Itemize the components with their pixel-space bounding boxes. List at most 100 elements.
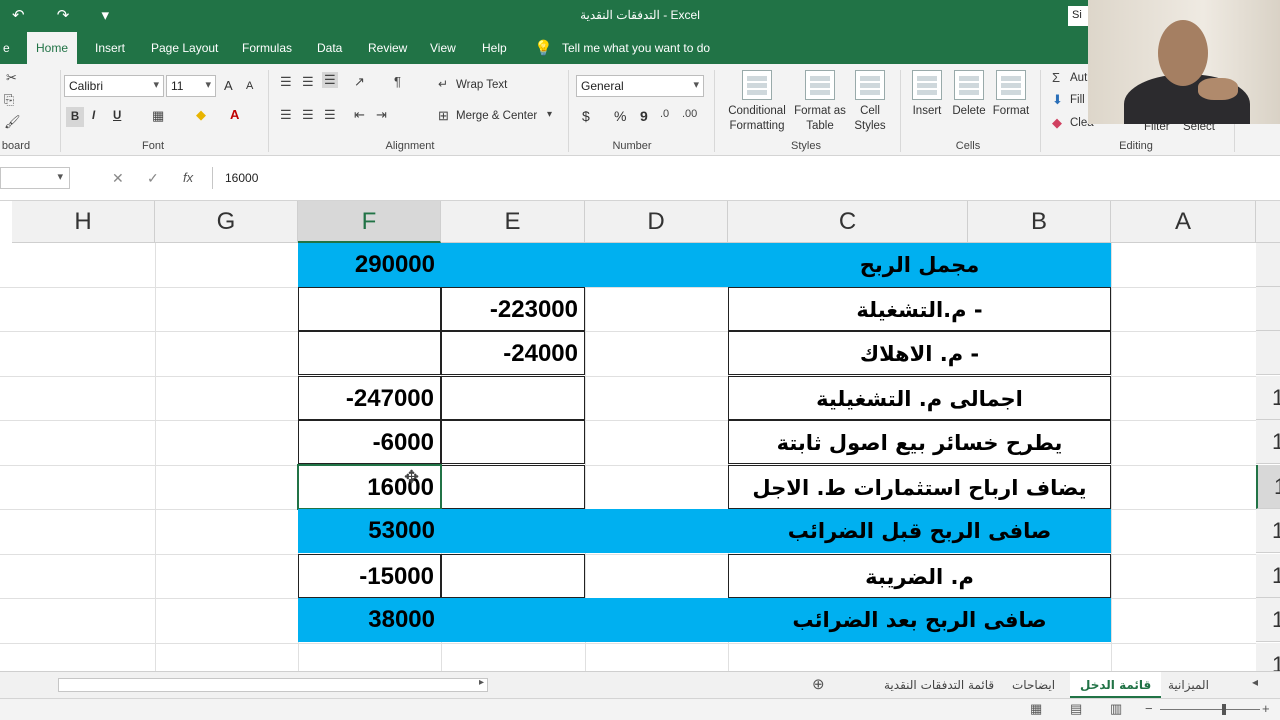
income-label-cell[interactable]: - م.التشغيلة	[728, 287, 1111, 331]
merge-center-button[interactable]: Merge & Center	[456, 110, 537, 122]
percent-button[interactable]: %	[614, 108, 626, 124]
normal-view-icon[interactable]: ▦	[1030, 701, 1042, 717]
tab-page-layout[interactable]: Page Layout	[142, 32, 227, 64]
fill-button[interactable]: Fill	[1070, 94, 1085, 106]
enter-icon[interactable]: ✓	[147, 170, 159, 187]
column-header-g[interactable]: G	[155, 201, 298, 243]
shrink-font-button[interactable]: A	[246, 80, 253, 92]
column-header-f[interactable]: F	[298, 201, 441, 243]
worksheet-grid[interactable]: H G F E D C B A 1 1 1 1 1 1 1 مجمل الربح…	[0, 201, 1280, 671]
currency-button[interactable]: $	[582, 108, 590, 124]
format-painter-icon[interactable]: 🖌	[4, 114, 21, 130]
empty-cell[interactable]	[585, 598, 728, 642]
row-header[interactable]	[1256, 331, 1280, 375]
insert-cells-button[interactable]: Insert	[906, 70, 948, 119]
amount-f-cell[interactable]: -6000	[298, 420, 441, 464]
income-label-cell[interactable]: يطرح خسائر بيع اصول ثابتة	[728, 420, 1111, 464]
row-header[interactable]	[1256, 243, 1280, 287]
page-layout-view-icon[interactable]: ▤	[1070, 701, 1082, 717]
amount-e-cell[interactable]	[441, 554, 585, 598]
copy-icon[interactable]: ⎘	[4, 92, 14, 108]
align-top-icon[interactable]: ☰	[280, 74, 292, 90]
scroll-right-icon[interactable]: ▸	[479, 677, 484, 688]
tab-file[interactable]: e	[0, 32, 19, 64]
tab-review[interactable]: Review	[359, 32, 416, 64]
sheet-tab-cash-flows[interactable]: قائمة التدفقات النقدية	[874, 672, 1004, 698]
row-header[interactable]: 1	[1256, 554, 1280, 598]
underline-button[interactable]: U	[113, 110, 121, 122]
format-cells-button[interactable]: Format	[990, 70, 1032, 119]
increase-decimal-icon[interactable]: .0	[660, 108, 669, 120]
insert-function-button[interactable]: fx	[183, 170, 193, 185]
bold-button[interactable]: B	[66, 107, 84, 127]
comma-style-button[interactable]: 9	[640, 108, 648, 124]
tab-data[interactable]: Data	[308, 32, 351, 64]
horizontal-scrollbar[interactable]: ▸	[58, 677, 488, 692]
decrease-decimal-icon[interactable]: .00	[682, 108, 697, 120]
number-format-select[interactable]: General ▾	[576, 75, 704, 97]
align-bottom-icon[interactable]: ☰	[322, 72, 338, 88]
row-header[interactable]: 1	[1256, 598, 1280, 642]
amount-f-cell[interactable]: 53000	[298, 509, 441, 553]
amount-e-cell[interactable]	[441, 243, 585, 287]
autosum-button[interactable]: Aut	[1070, 72, 1087, 84]
zoom-slider[interactable]	[1160, 709, 1260, 710]
amount-e-cell[interactable]	[441, 598, 585, 642]
zoom-out-icon[interactable]: −	[1145, 701, 1153, 716]
amount-f-cell[interactable]: 38000	[298, 598, 441, 642]
new-sheet-icon[interactable]: ⊕	[812, 675, 825, 693]
amount-f-cell[interactable]: -15000	[298, 554, 441, 598]
row-header[interactable]: 1	[1256, 376, 1280, 420]
income-label-cell[interactable]: - م. الاهلاك	[728, 331, 1111, 375]
page-break-view-icon[interactable]: ▥	[1110, 701, 1122, 717]
delete-cells-button[interactable]: Delete	[948, 70, 990, 119]
income-label-cell[interactable]: اجمالى م. التشغيلية	[728, 376, 1111, 420]
column-header-c[interactable]: C	[728, 201, 968, 243]
grow-font-button[interactable]: A	[224, 78, 233, 93]
name-box[interactable]: ▾	[0, 167, 70, 189]
empty-cell[interactable]	[585, 243, 728, 287]
amount-e-cell[interactable]	[441, 420, 585, 464]
income-label-cell[interactable]: يضاف ارباح استثمارات ط. الاجل	[728, 465, 1111, 509]
align-center-icon[interactable]: ☰	[302, 107, 314, 123]
column-header-d[interactable]: D	[585, 201, 728, 243]
amount-f-cell[interactable]	[298, 331, 441, 375]
decrease-indent-icon[interactable]: ⇤	[354, 107, 365, 123]
income-label-cell[interactable]: م. الضريبة	[728, 554, 1111, 598]
wrap-text-button[interactable]: Wrap Text	[456, 79, 507, 91]
tab-home[interactable]: Home	[27, 32, 78, 64]
orientation-icon[interactable]: ↗	[354, 74, 365, 90]
amount-f-cell[interactable]: -247000	[298, 376, 441, 420]
align-left-icon[interactable]: ☰	[280, 107, 292, 123]
conditional-formatting-button[interactable]: Conditional Formatting	[722, 70, 792, 134]
tell-me-box[interactable]: Tell me what you want to do	[553, 32, 719, 64]
income-label-cell[interactable]: مجمل الربح	[728, 243, 1111, 287]
column-header-a[interactable]: A	[1111, 201, 1256, 243]
column-header-h[interactable]: H	[12, 201, 155, 243]
column-header-b[interactable]: B	[968, 201, 1111, 243]
cell-styles-button[interactable]: Cell Styles	[848, 70, 892, 134]
format-as-table-button[interactable]: Format as Table	[792, 70, 848, 134]
tab-insert[interactable]: Insert	[86, 32, 134, 64]
fill-color-icon[interactable]: ◆	[196, 107, 206, 123]
zoom-slider-thumb[interactable]	[1222, 704, 1226, 715]
sheet-tab-balance-sheet[interactable]: الميزانية	[1158, 672, 1219, 698]
income-label-cell[interactable]: صافى الربح قبل الضرائب	[728, 509, 1111, 553]
amount-f-cell[interactable]: 290000	[298, 243, 441, 287]
amount-e-cell[interactable]: -223000	[441, 287, 585, 331]
chevron-down-icon[interactable]: ▾	[547, 109, 552, 120]
font-color-icon[interactable]: A	[230, 107, 239, 122]
cancel-icon[interactable]: ✕	[112, 170, 124, 187]
tab-formulas[interactable]: Formulas	[233, 32, 301, 64]
income-label-cell[interactable]: صافى الربح بعد الضرائب	[728, 598, 1111, 642]
increase-indent-icon[interactable]: ⇥	[376, 107, 387, 123]
amount-e-cell[interactable]	[441, 465, 585, 509]
align-right-icon[interactable]: ☰	[324, 107, 336, 123]
zoom-in-icon[interactable]: +	[1262, 701, 1270, 716]
rtl-direction-icon[interactable]: ¶	[394, 74, 401, 89]
amount-e-cell[interactable]	[441, 509, 585, 553]
scroll-tabs-icon[interactable]: ◂	[1252, 675, 1258, 689]
row-header[interactable]: 1	[1256, 509, 1280, 553]
font-size-select[interactable]: 11 ▾	[166, 75, 216, 97]
borders-icon[interactable]: ▦	[152, 108, 164, 124]
